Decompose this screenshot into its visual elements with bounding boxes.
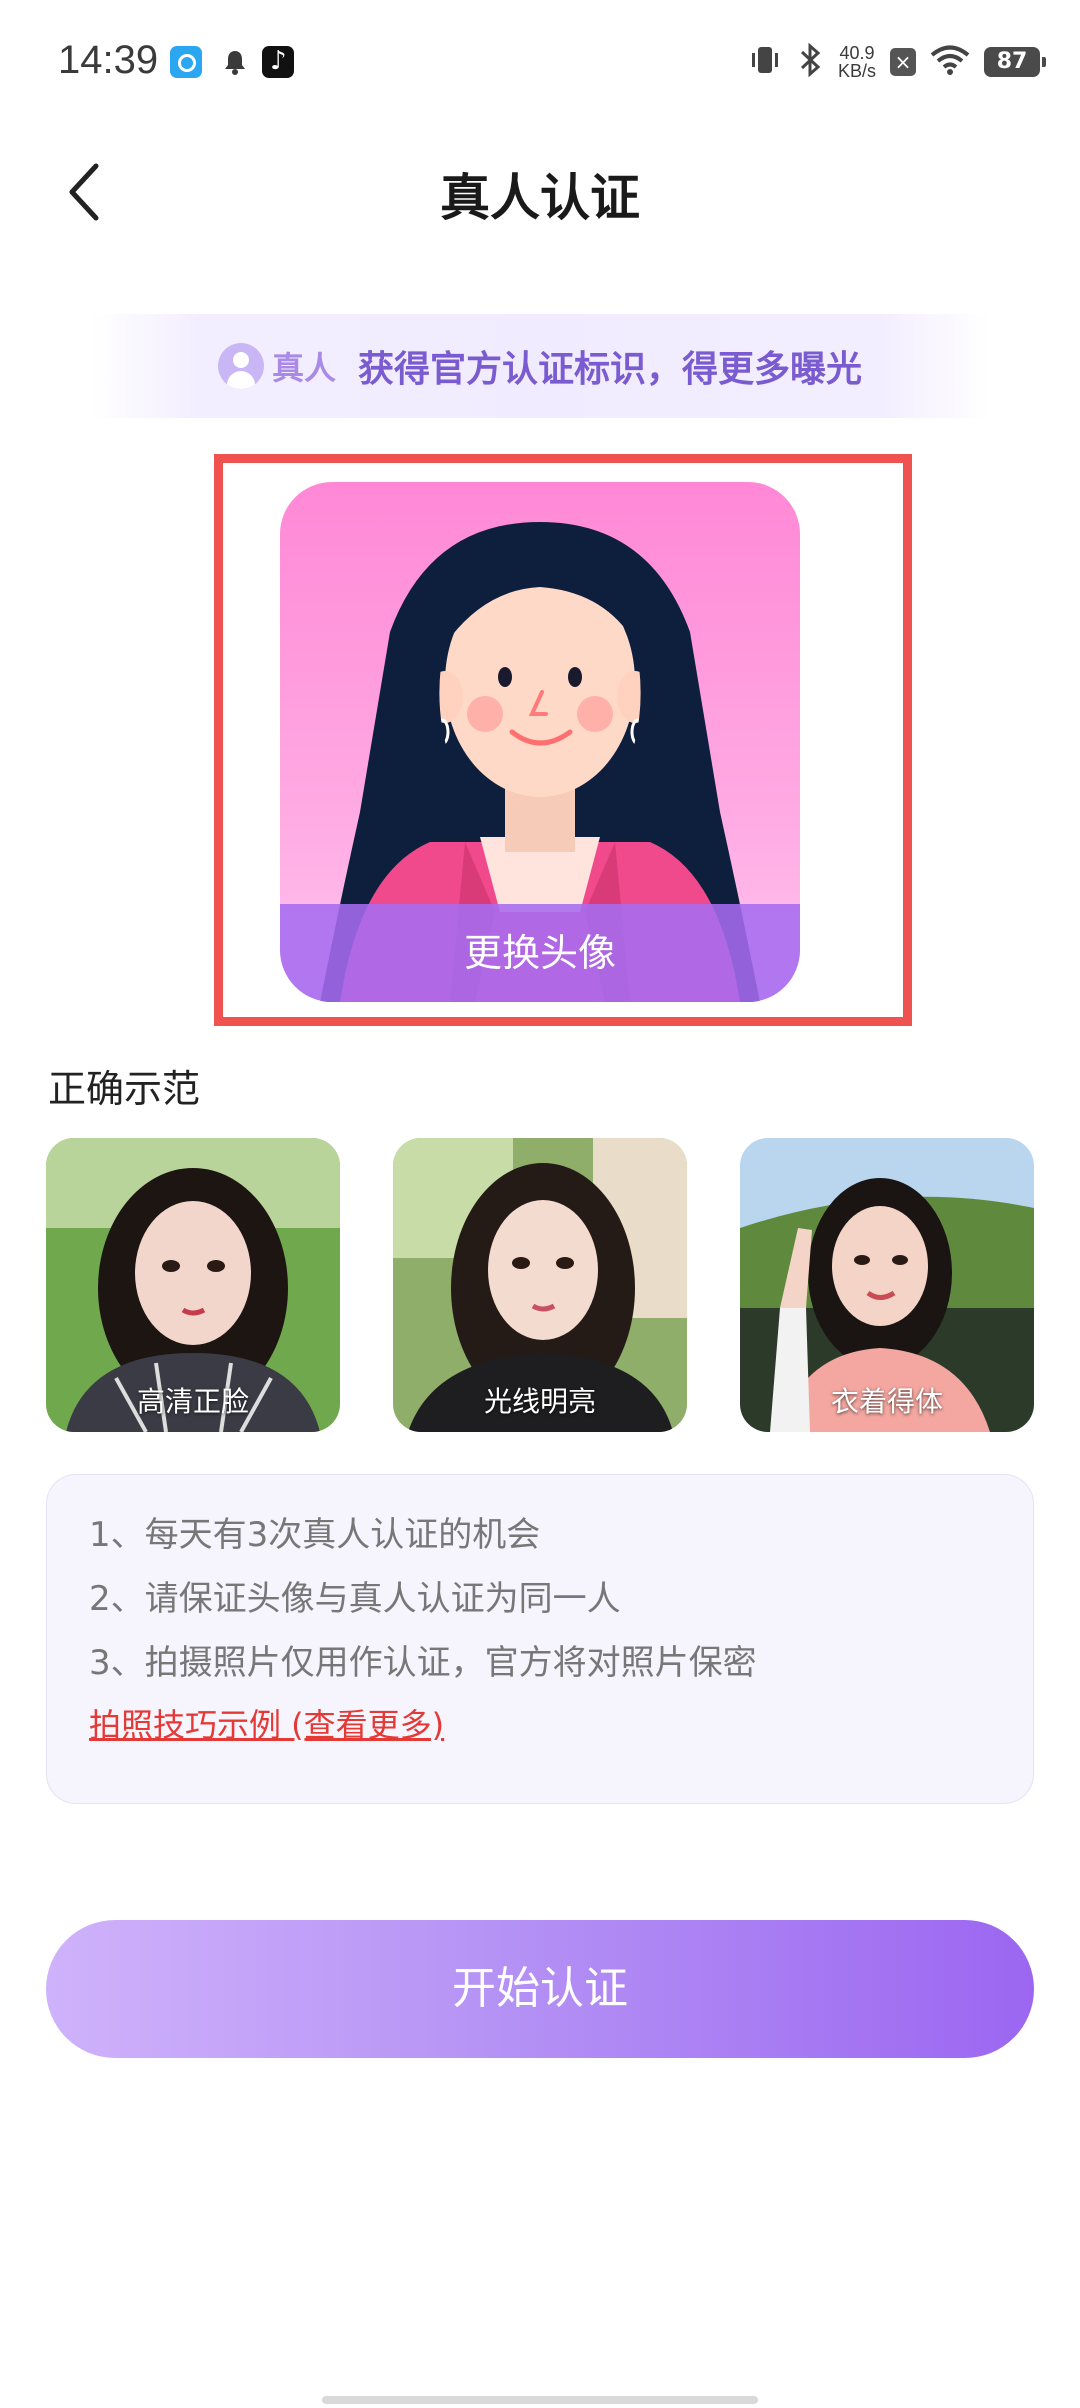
example-label: 光线明亮 — [483, 1385, 596, 1418]
tiktok-icon — [262, 46, 294, 78]
bluetooth-icon — [796, 42, 824, 81]
rules-panel: 1、每天有3次真人认证的机会 2、请保证头像与真人认证为同一人 3、拍摄照片仅用… — [46, 1474, 1034, 1804]
person-icon — [217, 343, 264, 389]
status-bar: 14:39 40.9 KB/s × 87 — [0, 0, 1080, 130]
rule-line: 2、请保证头像与真人认证为同一人 — [89, 1579, 621, 1619]
bell-icon — [219, 46, 251, 78]
badge-label: 真人 — [271, 349, 336, 387]
vibrate-icon — [748, 43, 782, 81]
sim-icon: × — [890, 48, 916, 76]
status-time: 14:39 — [58, 38, 159, 82]
app-notification-icon — [170, 46, 202, 78]
network-speed-unit: KB/s — [837, 61, 876, 81]
avatar-card[interactable]: 更换头像 — [280, 482, 800, 1002]
example-photo-proper-attire[interactable]: 衣着得体 — [740, 1138, 1034, 1432]
examples-section-title: 正确示范 — [48, 1067, 201, 1111]
example-photo-clear-face[interactable]: 高清正脸 — [46, 1138, 340, 1432]
network-speed: 40.9 KB/s — [838, 44, 876, 80]
verification-banner: 真人 获得官方认证标识，得更多曝光 — [90, 314, 990, 418]
page-title: 真人认证 — [440, 169, 640, 227]
change-avatar-button[interactable]: 更换头像 — [280, 904, 800, 1002]
battery-icon: 87 — [984, 47, 1046, 77]
home-indicator[interactable] — [322, 2396, 758, 2404]
example-photos: 高清正脸 光线明亮 衣着得体 — [46, 1138, 1034, 1432]
network-speed-value: 40.9 — [839, 43, 875, 63]
rule-line: 3、拍摄照片仅用作认证，官方将对照片保密 — [89, 1643, 757, 1683]
status-right: 40.9 KB/s × 87 — [748, 40, 1046, 84]
wifi-icon — [930, 44, 970, 80]
page: 14:39 40.9 KB/s × 87 — [0, 0, 1080, 2408]
example-label: 高清正脸 — [136, 1385, 249, 1418]
example-label: 衣着得体 — [830, 1385, 943, 1418]
rule-line: 1、每天有3次真人认证的机会 — [89, 1515, 541, 1555]
start-verification-button[interactable]: 开始认证 — [46, 1920, 1034, 2058]
banner-text: 获得官方认证标识，得更多曝光 — [358, 349, 863, 390]
real-person-badge: 真人 — [217, 343, 336, 389]
photo-tips-link[interactable]: 拍照技巧示例 (查看更多) — [89, 1695, 444, 1755]
example-photo-bright-light[interactable]: 光线明亮 — [393, 1138, 687, 1432]
